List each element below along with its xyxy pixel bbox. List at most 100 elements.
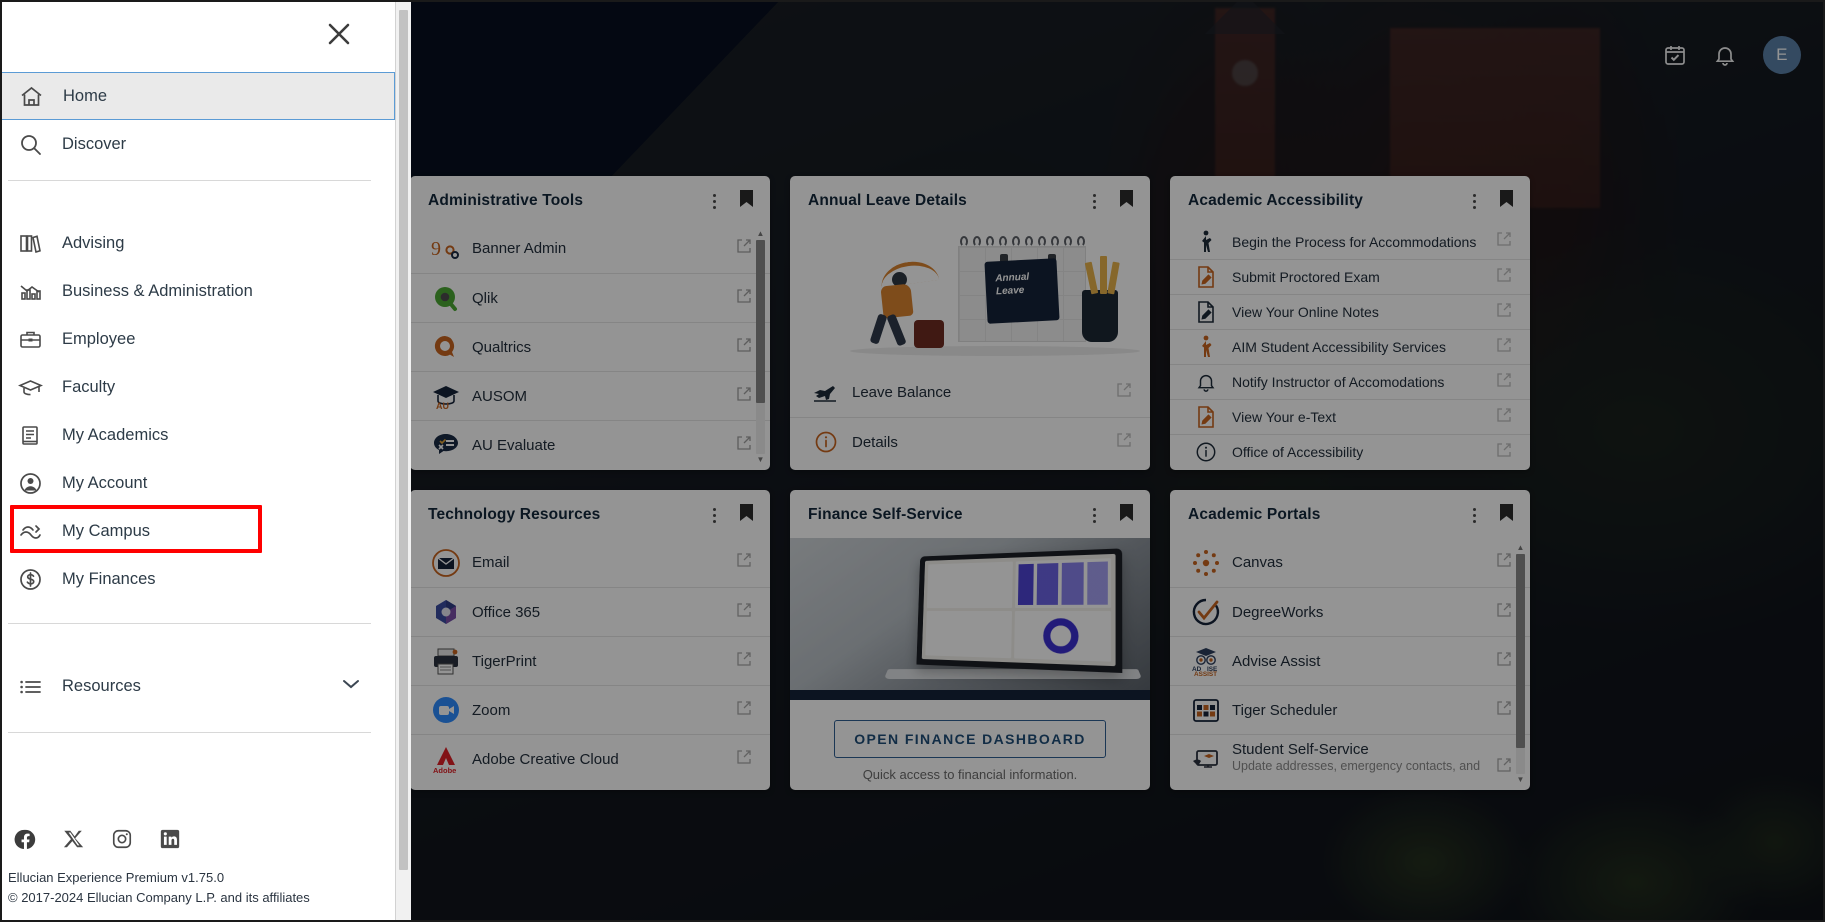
kebab-menu-icon[interactable] — [1085, 507, 1103, 523]
document-edit-orange-icon — [1186, 405, 1226, 429]
sidebar-item-faculty[interactable]: Faculty — [0, 363, 395, 411]
home-icon — [19, 84, 63, 109]
sidebar-item-label: Resources — [62, 676, 141, 695]
sidebar-item-employee[interactable]: Employee — [0, 315, 395, 363]
list-item[interactable]: Leave Balance — [790, 368, 1150, 417]
list-item[interactable]: 9 Banner Admin — [410, 224, 770, 273]
avatar[interactable]: E — [1763, 36, 1801, 74]
scrollbar-track[interactable] — [756, 240, 765, 454]
list-item[interactable]: AU AUSOM — [410, 371, 770, 420]
kebab-menu-icon[interactable] — [705, 193, 723, 209]
drawer-scrollbar-thumb[interactable] — [399, 10, 408, 870]
scroll-up-arrow[interactable]: ▲ — [1517, 544, 1525, 552]
close-icon[interactable] — [325, 20, 353, 53]
list-item-label: Email — [472, 554, 510, 571]
bookmark-icon[interactable] — [739, 189, 754, 213]
sidebar-item-resources[interactable]: Resources — [0, 662, 395, 710]
list-item[interactable]: TigerPrint — [410, 636, 770, 685]
bookmark-icon[interactable] — [1499, 503, 1514, 527]
kebab-menu-icon[interactable] — [1465, 507, 1483, 523]
kebab-menu-icon[interactable] — [1085, 193, 1103, 209]
finance-hero-image — [790, 538, 1150, 690]
external-link-icon — [736, 700, 756, 721]
list-item-label: Qualtrics — [472, 338, 532, 356]
drawer-scrollbar[interactable] — [396, 0, 411, 922]
list-item-label: Adobe Creative Cloud — [472, 750, 619, 768]
list-item[interactable]: AIM Student Accessibility Services — [1170, 329, 1530, 364]
calendar-check-icon[interactable] — [1663, 43, 1687, 67]
sidebar-item-my-campus[interactable]: My Campus — [0, 507, 395, 555]
list-item[interactable]: Notify Instructor of Accomodations — [1170, 364, 1530, 399]
scrollbar-track[interactable] — [1516, 554, 1525, 774]
card-administrative-tools[interactable]: Administrative Tools 9 Banner Admin Qlik… — [410, 176, 770, 470]
card-technology-resources[interactable]: Technology Resources Email Office 365 Ti… — [410, 490, 770, 790]
list-item[interactable]: Zoom — [410, 685, 770, 734]
list-item-label: Qlik — [472, 289, 498, 307]
sidebar-item-my-account[interactable]: My Account — [0, 459, 395, 507]
list-item[interactable]: Office of Accessibility — [1170, 434, 1530, 469]
list-item[interactable]: Qualtrics — [410, 322, 770, 371]
sidebar-item-label: My Account — [62, 473, 148, 492]
list-item[interactable]: Tiger Scheduler — [1170, 685, 1530, 734]
list-item[interactable]: Submit Proctored Exam — [1170, 259, 1530, 294]
list-item[interactable]: Adobe Adobe Creative Cloud — [410, 734, 770, 783]
list-item[interactable]: AU Evaluate — [410, 420, 770, 469]
app-version: Ellucian Experience Premium v1.75.0 — [8, 869, 225, 885]
copyright: © 2017-2024 Ellucian Company L.P. and it… — [8, 889, 310, 905]
sidebar-item-home[interactable]: Home — [0, 72, 395, 120]
bookmark-icon[interactable] — [739, 503, 754, 527]
bookmark-icon[interactable] — [1119, 189, 1134, 213]
list-item[interactable]: Office 365 — [410, 587, 770, 636]
linkedin-icon[interactable] — [159, 828, 181, 856]
list-item[interactable]: Student Self-Service Update addresses, e… — [1170, 734, 1530, 783]
sidebar-item-my-finances[interactable]: My Finances — [0, 555, 395, 603]
card-academic-portals[interactable]: Academic Portals Canvas DegreeWorks AD I… — [1170, 490, 1530, 790]
sidebar-item-label: My Finances — [62, 569, 156, 588]
list-item[interactable]: AD ISE ASSIST Advise Assist — [1170, 636, 1530, 685]
list-item[interactable]: DegreeWorks — [1170, 587, 1530, 636]
list-item-label: Zoom — [472, 701, 511, 719]
scroll-up-arrow[interactable]: ▲ — [757, 230, 765, 238]
facebook-icon[interactable] — [14, 828, 37, 856]
list-item[interactable]: View Your Online Notes — [1170, 294, 1530, 329]
list-item[interactable]: Details — [790, 417, 1150, 466]
list-item[interactable]: Canvas — [1170, 538, 1530, 587]
sidebar-item-advising[interactable]: Advising — [0, 219, 395, 267]
sidebar-item-business-administration[interactable]: Business & Administration — [0, 267, 395, 315]
card-title: Academic Portals — [1188, 506, 1321, 523]
list-item[interactable]: Begin the Process for Accommodations — [1170, 224, 1530, 259]
external-link-icon — [1496, 302, 1516, 323]
external-link-icon — [736, 602, 756, 623]
bookmark-icon[interactable] — [1499, 189, 1514, 213]
card-title: Finance Self-Service — [808, 506, 963, 523]
list-item[interactable]: Qlik — [410, 273, 770, 322]
office365-icon — [426, 597, 466, 627]
card-annual-leave-details[interactable]: Annual Leave Details Annual Leave Leave … — [790, 176, 1150, 470]
scrollbar-thumb[interactable] — [756, 240, 765, 403]
card-scrollbar[interactable]: ▲ ▼ — [1515, 544, 1526, 784]
kebab-menu-icon[interactable] — [1465, 193, 1483, 209]
bookmark-icon[interactable] — [1119, 503, 1134, 527]
scrollbar-thumb[interactable] — [1516, 554, 1525, 748]
scroll-down-arrow[interactable]: ▼ — [1517, 776, 1525, 784]
card-header: Annual Leave Details — [790, 176, 1150, 224]
card-finance-self-service[interactable]: Finance Self-Service OPEN FINANCE DASHBO… — [790, 490, 1150, 790]
link-list: Begin the Process for Accommodations Sub… — [1170, 224, 1530, 469]
chevron-down-icon[interactable] — [341, 677, 361, 696]
scroll-down-arrow[interactable]: ▼ — [757, 456, 765, 464]
open-finance-dashboard-button[interactable]: OPEN FINANCE DASHBOARD — [834, 720, 1106, 758]
sidebar-item-discover[interactable]: Discover — [0, 120, 395, 168]
instagram-icon[interactable] — [111, 828, 133, 856]
external-link-icon — [1496, 267, 1516, 288]
x-twitter-icon[interactable] — [63, 828, 85, 856]
sidebar-item-my-academics[interactable]: My Academics — [0, 411, 395, 459]
list-item[interactable]: View Your e-Text — [1170, 399, 1530, 434]
card-academic-accessibility[interactable]: Academic Accessibility Begin the Process… — [1170, 176, 1530, 470]
bell-icon[interactable] — [1713, 43, 1737, 67]
adobe-icon: Adobe — [426, 744, 466, 774]
card-scrollbar[interactable]: ▲ ▼ — [755, 230, 766, 464]
card-body: 9 Banner Admin Qlik Qualtrics AU AUSOM A… — [410, 224, 770, 470]
svg-text:9: 9 — [431, 238, 441, 260]
list-item[interactable]: Email — [410, 538, 770, 587]
kebab-menu-icon[interactable] — [705, 507, 723, 523]
